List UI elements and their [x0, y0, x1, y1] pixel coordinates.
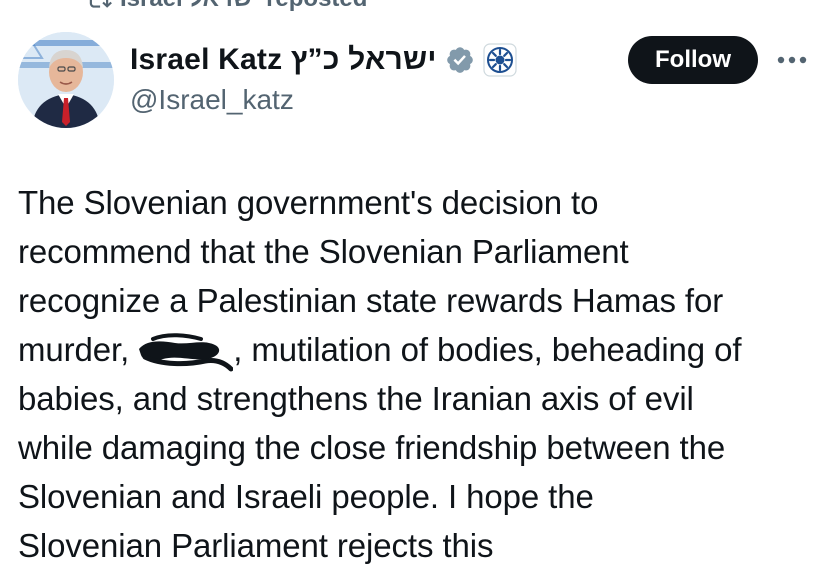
tweet-line: Slovenian Parliament rejects this: [18, 527, 494, 564]
tweet-line-fragment: , mutilation of bodies, beheading of: [233, 331, 742, 368]
follow-button[interactable]: Follow: [628, 36, 758, 84]
tweet-line: recommend that the Slovenian Parliament: [18, 233, 629, 270]
repost-icon: [89, 0, 112, 8]
verified-badge-icon: [446, 47, 473, 73]
author-display-name[interactable]: Israel Katz ישראל כ”ץ: [130, 43, 437, 77]
author-handle[interactable]: @Israel_katz: [130, 84, 294, 116]
tweet-line: Slovenian and Israeli people. I hope the: [18, 478, 594, 515]
tweet-line: The Slovenian government's decision to: [18, 184, 599, 221]
more-options-icon: [777, 56, 807, 64]
tweet-text: The Slovenian government's decision to r…: [18, 178, 818, 570]
tweet-line: while damaging the close friendship betw…: [18, 429, 726, 466]
tweet-line: babies, and strengthens the Iranian axis…: [18, 380, 694, 417]
avatar[interactable]: [18, 32, 114, 128]
repost-text: Israel ישראל reposted: [120, 0, 367, 13]
redaction-scribble: [139, 333, 234, 372]
tweet-line-fragment: murder,: [18, 331, 130, 368]
government-org-badge-icon: [482, 43, 517, 77]
tweet-line: recognize a Palestinian state rewards Ha…: [18, 282, 724, 319]
profile-photo: [18, 32, 114, 128]
author-name-row[interactable]: Israel Katz ישראל כ”ץ: [130, 40, 517, 80]
repost-context[interactable]: Israel ישראל reposted: [86, 0, 367, 12]
tweet-line-redacted: murder, , mutilation of bodies, beheadin…: [18, 325, 818, 374]
tweet-card: Israel ישראל reposted Israel Katz ישראל …: [0, 0, 828, 580]
more-options-button[interactable]: [774, 46, 810, 74]
